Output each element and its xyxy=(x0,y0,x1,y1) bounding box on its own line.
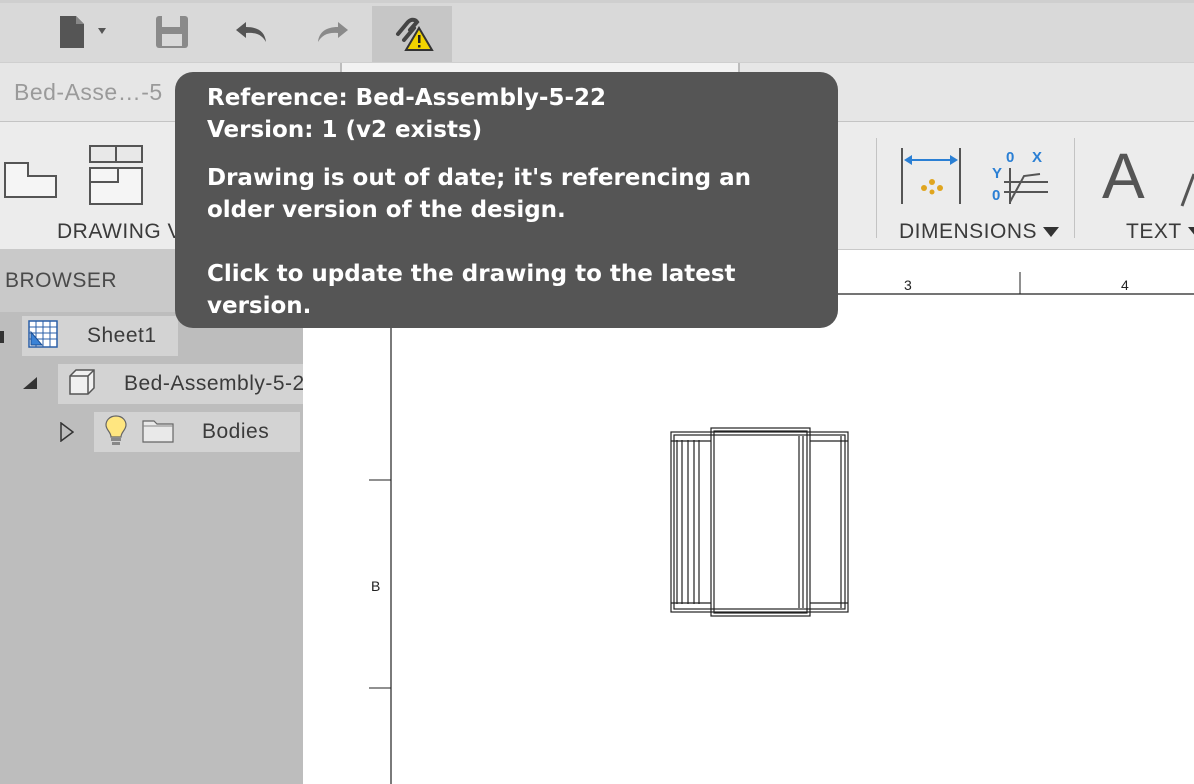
reference-warning-icon xyxy=(390,10,434,59)
folder-icon xyxy=(142,417,174,448)
tree-expand-marker[interactable] xyxy=(0,330,4,348)
tree-item-sheet1[interactable]: Sheet1 xyxy=(22,316,178,356)
chevron-down-icon xyxy=(1187,220,1194,244)
bed-assembly-view xyxy=(670,427,849,617)
drawing-views-group-label[interactable]: DRAWING V xyxy=(57,220,182,244)
tooltip-spacer xyxy=(207,146,838,162)
redo-button[interactable] xyxy=(300,6,364,62)
tree-expand-triangle-icon[interactable] xyxy=(60,421,75,447)
out-of-date-tooltip[interactable]: Reference: Bed-Assembly-5-22 Version: 1 … xyxy=(175,72,838,328)
tree-item-label: Bodies xyxy=(202,420,270,443)
drawing-sheet xyxy=(369,272,1194,784)
file-menu-icon xyxy=(50,12,114,57)
tooltip-action-line2: version. xyxy=(207,293,312,319)
save-button[interactable] xyxy=(140,6,204,62)
undo-button[interactable] xyxy=(220,6,284,62)
ordinate-x-label: X xyxy=(1032,149,1042,166)
ruler-label-top: 3 xyxy=(904,277,912,293)
dimensions-label: DIMENSIONS xyxy=(899,220,1038,243)
ordinate-zero-left-label: 0 xyxy=(992,187,1000,204)
update-reference-button[interactable] xyxy=(372,6,452,62)
text-label: TEXT xyxy=(1126,220,1182,243)
quick-access-toolbar xyxy=(0,0,1194,62)
dimensions-group-label[interactable]: DIMENSIONS xyxy=(899,220,1060,244)
tooltip-reference: Reference: Bed-Assembly-5-22 xyxy=(207,85,606,111)
tree-item-bodies[interactable]: Bodies xyxy=(94,412,300,452)
ruler-label-top: 4 xyxy=(1121,277,1129,293)
tooltip-spacer xyxy=(207,226,838,258)
chevron-down-icon xyxy=(1043,220,1060,244)
ordinate-dimension-icon[interactable]: Y 0 0 X xyxy=(988,146,1052,211)
sheet-icon xyxy=(28,319,58,353)
save-icon xyxy=(152,12,192,57)
tooltip-action-line1: Click to update the drawing to the lates… xyxy=(207,261,736,287)
visibility-lightbulb-icon[interactable] xyxy=(104,414,128,451)
base-view-icon[interactable] xyxy=(4,162,58,203)
tooltip-message-line1: Drawing is out of date; it's referencing… xyxy=(207,165,752,191)
text-tool-icon[interactable]: A xyxy=(1102,144,1145,208)
linear-dimension-icon[interactable] xyxy=(900,148,964,209)
ordinate-y-label: Y xyxy=(992,165,1002,182)
leader-icon[interactable] xyxy=(1178,170,1194,215)
ruler-label-left: B xyxy=(371,578,381,594)
tree-item-label: Sheet1 xyxy=(87,324,157,347)
ordinate-zero-top-label: 0 xyxy=(1006,149,1014,166)
redo-icon xyxy=(312,12,352,57)
component-icon xyxy=(66,368,96,401)
ribbon-separator xyxy=(876,138,877,238)
ribbon-separator xyxy=(1074,138,1075,238)
browser-panel: BROWSER Sheet1 Bed-Assembly-5-22 v1:1 Bo… xyxy=(0,250,414,784)
document-tab[interactable]: Bed-Asse…-5 xyxy=(0,63,180,121)
undo-icon xyxy=(232,12,272,57)
drawing-canvas[interactable]: 3 4 B xyxy=(303,250,1194,784)
tooltip-version: Version: 1 (v2 exists) xyxy=(207,117,483,143)
tree-collapse-triangle-icon[interactable] xyxy=(22,376,38,395)
tooltip-message-line2: older version of the design. xyxy=(207,197,566,223)
text-group-label[interactable]: TEXT xyxy=(1126,220,1194,244)
projected-view-icon[interactable] xyxy=(88,144,144,211)
file-menu-button[interactable] xyxy=(44,6,120,62)
